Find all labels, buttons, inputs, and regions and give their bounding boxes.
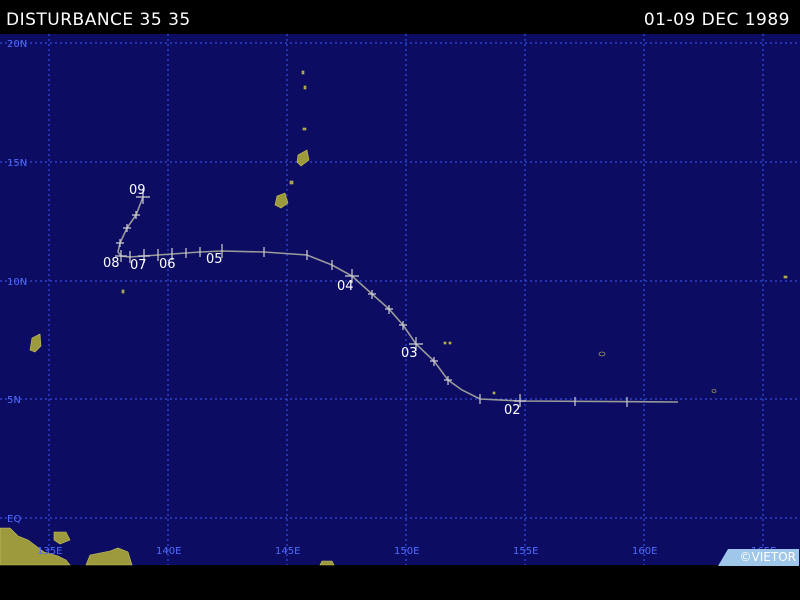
lon-label-150e: 150E: [394, 546, 419, 557]
lon-label-140e: 140E: [156, 546, 181, 557]
lat-label-15n: 15N: [7, 158, 27, 169]
land-bottom-middle: [319, 560, 335, 566]
land-island-c: [301, 70, 305, 75]
land-island-g: [121, 289, 125, 294]
day-label-02: 02: [504, 403, 521, 418]
track-map: 20N 15N 10N 5N EQ 135E 140E 145E 150E 15…: [0, 34, 800, 566]
land-island-m: [783, 275, 788, 279]
day-label-03: 03: [401, 346, 418, 361]
ocean-area: [0, 34, 800, 565]
lat-label-5n: 5N: [7, 395, 21, 406]
lat-label-10n: 10N: [7, 277, 27, 288]
day-label-05: 05: [206, 252, 223, 267]
day-label-07: 07: [130, 258, 147, 273]
land-island-f: [289, 180, 294, 185]
lon-label-135e: 135E: [37, 546, 62, 557]
lon-label-155e: 155E: [513, 546, 538, 557]
day-label-06: 06: [159, 257, 176, 272]
land-island-i: [448, 341, 452, 345]
lon-label-145e: 145E: [275, 546, 300, 557]
day-label-08: 08: [103, 256, 120, 271]
land-island-d: [303, 85, 307, 90]
map-frame: DISTURBANCE 35 35 01-09 DEC 1989 20N 15N…: [0, 0, 800, 600]
copyright-badge: ©VIETOR: [718, 549, 799, 566]
lon-label-160e: 160E: [632, 546, 657, 557]
lat-label-eq: EQ: [7, 514, 21, 525]
day-label-09: 09: [129, 183, 146, 198]
day-label-04: 04: [337, 279, 354, 294]
land-island-j: [492, 391, 496, 395]
lat-label-20n: 20N: [7, 39, 27, 50]
land-island-e: [302, 127, 307, 131]
land-island-h: [443, 341, 447, 345]
